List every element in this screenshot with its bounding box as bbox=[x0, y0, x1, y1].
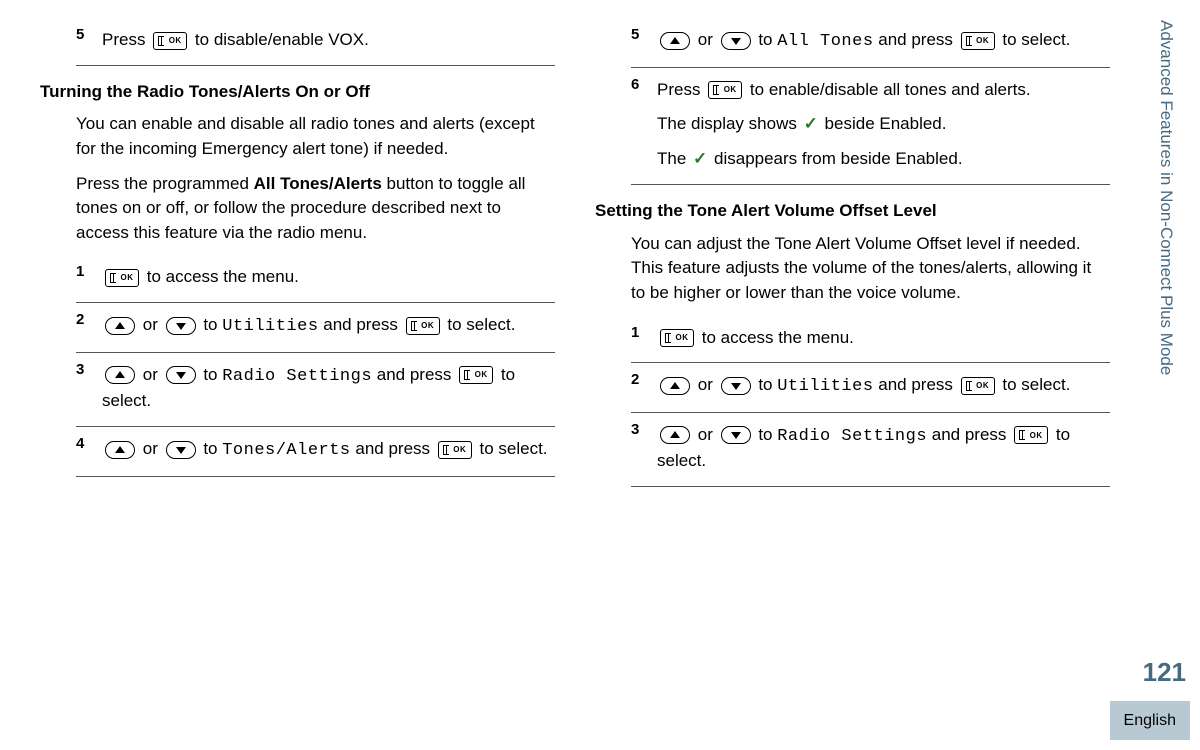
intro-paragraph: You can adjust the Tone Alert Volume Off… bbox=[631, 232, 1110, 306]
text: and press bbox=[319, 315, 403, 334]
step-number: 3 bbox=[76, 359, 102, 381]
text: to select. bbox=[447, 315, 515, 334]
check-icon: ✓ bbox=[804, 112, 818, 137]
step-2: 2 or to Utilities and press OK to select… bbox=[76, 303, 555, 353]
step-4: 4 or to Tones/Alerts and press OK to sel… bbox=[76, 427, 555, 477]
ok-icon: OK bbox=[961, 32, 995, 50]
text: Press bbox=[657, 80, 705, 99]
text: and press bbox=[874, 375, 958, 394]
page-content: 5 Press OK to disable/enable VOX. Turnin… bbox=[0, 0, 1200, 750]
text: and press bbox=[372, 365, 456, 384]
ok-icon: OK bbox=[438, 441, 472, 459]
text: Press bbox=[102, 30, 150, 49]
text: or bbox=[698, 375, 718, 394]
step-number: 1 bbox=[76, 261, 102, 283]
down-arrow-icon bbox=[721, 32, 751, 50]
step-body: Press OK to disable/enable VOX. bbox=[102, 28, 555, 53]
text: to bbox=[203, 439, 222, 458]
section-heading: Setting the Tone Alert Volume Offset Lev… bbox=[595, 199, 1110, 224]
text: or bbox=[698, 30, 718, 49]
step-3: 3 or to Radio Settings and press OK to s… bbox=[631, 413, 1110, 487]
right-column: 5 or to All Tones and press OK to select… bbox=[595, 18, 1110, 750]
step-3: 3 or to Radio Settings and press OK to s… bbox=[76, 353, 555, 427]
ok-icon: OK bbox=[153, 32, 187, 50]
text: to disable/enable VOX. bbox=[195, 30, 369, 49]
text: to bbox=[758, 375, 777, 394]
text: The bbox=[657, 149, 691, 168]
text: to select. bbox=[1002, 30, 1070, 49]
left-column: 5 Press OK to disable/enable VOX. Turnin… bbox=[40, 18, 555, 750]
text: to select. bbox=[479, 439, 547, 458]
step-1: 1 OK to access the menu. bbox=[631, 316, 1110, 364]
step-6: 6 Press OK to enable/disable all tones a… bbox=[631, 68, 1110, 185]
step-2: 2 or to Utilities and press OK to select… bbox=[631, 363, 1110, 413]
ok-icon: OK bbox=[105, 269, 139, 287]
menu-item: Radio Settings bbox=[222, 367, 372, 386]
up-arrow-icon bbox=[105, 366, 135, 384]
text: to bbox=[203, 365, 222, 384]
text: or bbox=[698, 425, 718, 444]
menu-item: Utilities bbox=[777, 377, 873, 396]
ok-icon: OK bbox=[708, 81, 742, 99]
text: to select. bbox=[1002, 375, 1070, 394]
ok-icon: OK bbox=[660, 329, 694, 347]
menu-item: Tones/Alerts bbox=[222, 441, 350, 460]
step-number: 5 bbox=[631, 24, 657, 46]
step-1: 1 OK to access the menu. bbox=[76, 255, 555, 303]
down-arrow-icon bbox=[721, 426, 751, 444]
menu-item: Radio Settings bbox=[777, 427, 927, 446]
intro-paragraph: You can enable and disable all radio ton… bbox=[76, 112, 555, 161]
up-arrow-icon bbox=[105, 317, 135, 335]
step-number: 4 bbox=[76, 433, 102, 455]
text: to access the menu. bbox=[702, 328, 854, 347]
text: or bbox=[143, 365, 163, 384]
down-arrow-icon bbox=[166, 366, 196, 384]
intro-paragraph: Press the programmed All Tones/Alerts bu… bbox=[76, 172, 555, 246]
section-heading: Turning the Radio Tones/Alerts On or Off bbox=[40, 80, 555, 105]
text: to access the menu. bbox=[147, 267, 299, 286]
text: Press the programmed bbox=[76, 174, 254, 193]
text: and press bbox=[351, 439, 435, 458]
text: The display shows bbox=[657, 114, 802, 133]
check-icon: ✓ bbox=[693, 147, 707, 172]
down-arrow-icon bbox=[721, 377, 751, 395]
language-tag: English bbox=[1110, 701, 1190, 740]
step-number: 6 bbox=[631, 74, 657, 96]
page-number: 121 bbox=[1143, 654, 1186, 692]
text: to bbox=[758, 30, 777, 49]
text: and press bbox=[874, 30, 958, 49]
ok-icon: OK bbox=[961, 377, 995, 395]
text: disappears from beside Enabled. bbox=[709, 149, 962, 168]
step-number: 1 bbox=[631, 322, 657, 344]
ok-icon: OK bbox=[459, 366, 493, 384]
bold-text: All Tones/Alerts bbox=[254, 174, 382, 193]
step-number: 3 bbox=[631, 419, 657, 441]
step-number: 2 bbox=[631, 369, 657, 391]
text: to bbox=[203, 315, 222, 334]
step-5: 5 or to All Tones and press OK to select… bbox=[631, 18, 1110, 68]
text: beside Enabled. bbox=[820, 114, 947, 133]
text: to bbox=[758, 425, 777, 444]
down-arrow-icon bbox=[166, 441, 196, 459]
text: to enable/disable all tones and alerts. bbox=[750, 80, 1031, 99]
up-arrow-icon bbox=[660, 426, 690, 444]
text: or bbox=[143, 439, 163, 458]
down-arrow-icon bbox=[166, 317, 196, 335]
step-number: 2 bbox=[76, 309, 102, 331]
text: or bbox=[143, 315, 163, 334]
ok-icon: OK bbox=[406, 317, 440, 335]
ok-icon: OK bbox=[1014, 426, 1048, 444]
up-arrow-icon bbox=[660, 32, 690, 50]
step-number: 5 bbox=[76, 24, 102, 46]
text: and press bbox=[927, 425, 1011, 444]
step-5-vox: 5 Press OK to disable/enable VOX. bbox=[76, 18, 555, 66]
up-arrow-icon bbox=[660, 377, 690, 395]
section-sidebar-label: Advanced Features in Non-Connect Plus Mo… bbox=[1156, 20, 1178, 450]
up-arrow-icon bbox=[105, 441, 135, 459]
menu-item: All Tones bbox=[777, 32, 873, 51]
menu-item: Utilities bbox=[222, 317, 318, 336]
